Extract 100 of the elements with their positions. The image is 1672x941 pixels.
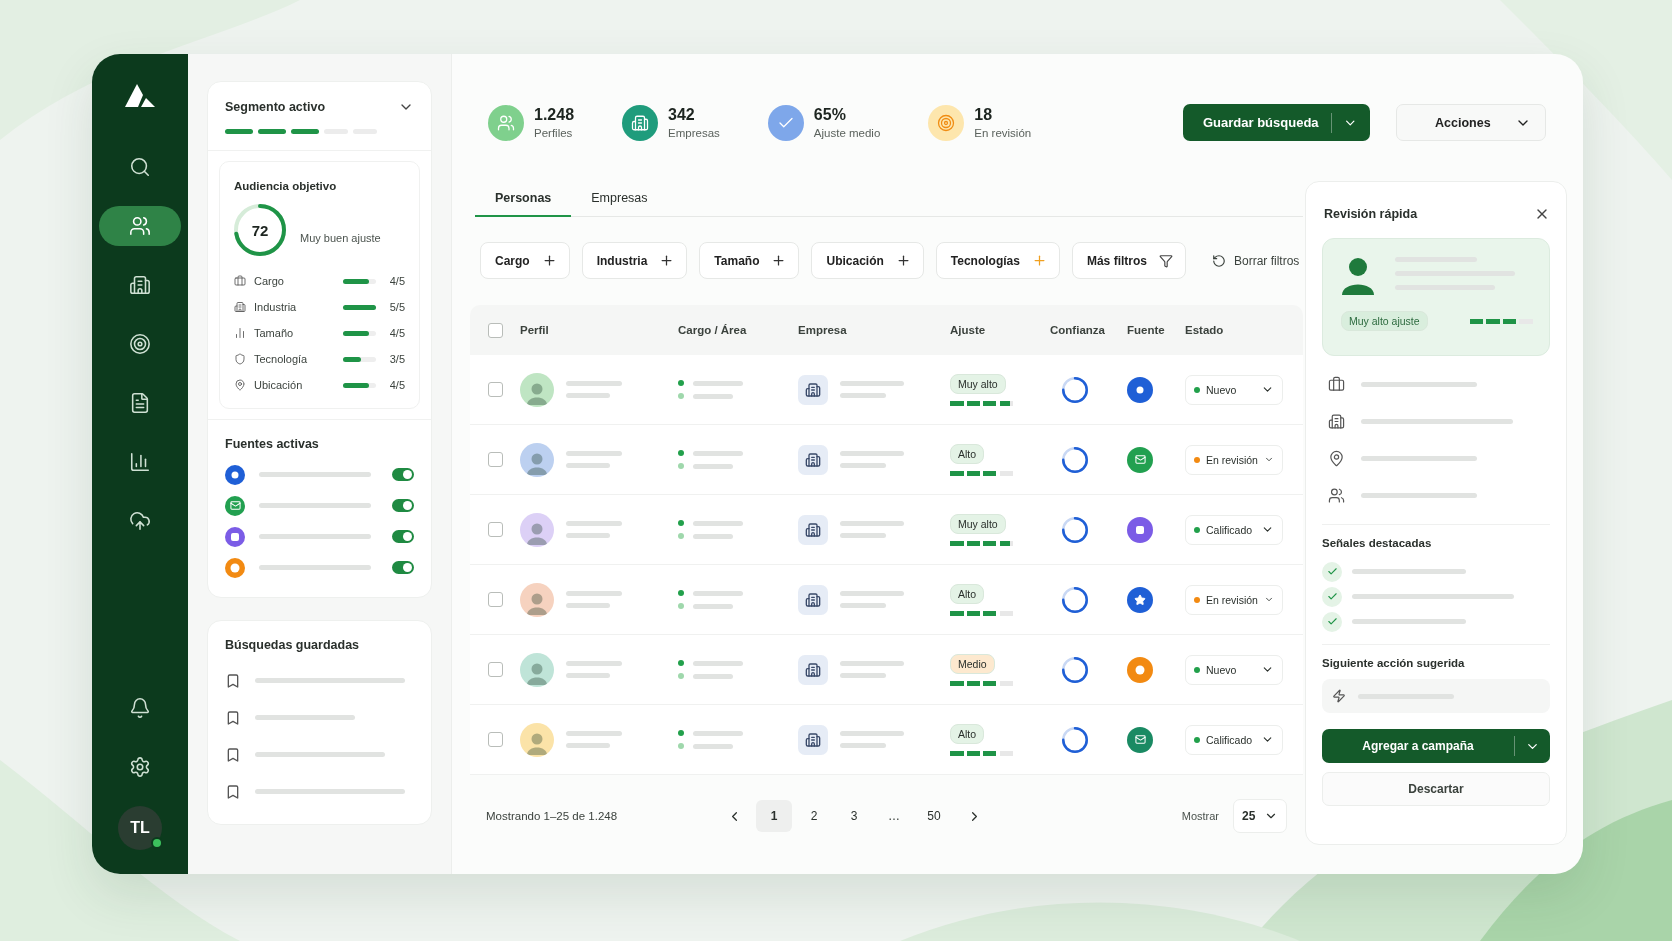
page-button[interactable]: 2	[796, 800, 832, 832]
status-dropdown[interactable]: Calificado	[1185, 514, 1283, 545]
skeleton-line	[693, 743, 733, 749]
building-icon	[129, 274, 151, 296]
page-button[interactable]: 3	[836, 800, 872, 832]
stat-value: 18	[974, 106, 994, 124]
status-dropdown[interactable]: En revisión	[1185, 444, 1283, 475]
bookmark-icon[interactable]	[225, 746, 241, 763]
row-checkbox[interactable]	[487, 452, 503, 467]
filter-icon	[1158, 253, 1173, 268]
fit-meter	[1470, 318, 1533, 324]
filter-button[interactable]: Ubicación	[811, 242, 924, 279]
table-row[interactable]: Muy alto Nuevo	[470, 355, 1303, 425]
bell-icon	[129, 697, 151, 719]
fit-meter	[950, 400, 1013, 406]
status-dot	[678, 533, 684, 539]
skeleton-line	[566, 743, 610, 748]
company-logo	[798, 514, 828, 545]
select-all-checkbox[interactable]	[487, 322, 503, 338]
status-dropdown[interactable]: En revisión	[1185, 584, 1283, 615]
source-toggle[interactable]	[392, 530, 414, 543]
criterion-bar	[343, 304, 376, 310]
company-logo	[798, 444, 828, 475]
company-logo	[798, 724, 828, 755]
status-dropdown[interactable]: Nuevo	[1185, 374, 1283, 405]
skeleton-line	[693, 603, 733, 609]
page-size-label: Mostrar	[1181, 810, 1219, 822]
page-button[interactable]: 1	[756, 800, 792, 832]
lightning-icon	[1332, 689, 1346, 703]
stat-value: 342	[668, 106, 696, 124]
page-size-select[interactable]: 25	[1233, 799, 1287, 833]
document-icon	[129, 392, 151, 414]
table-row[interactable]: Alto Calificado	[470, 705, 1303, 775]
row-checkbox[interactable]	[487, 382, 503, 397]
results-summary: Mostrando 1–25 de 1.248	[486, 810, 619, 822]
skeleton-line	[566, 533, 610, 538]
table-row[interactable]: Alto En revisión	[470, 565, 1303, 635]
source-toggle[interactable]	[392, 561, 414, 574]
confidence-ring	[1062, 656, 1088, 683]
bookmark-icon[interactable]	[225, 672, 241, 689]
source-toggle[interactable]	[392, 468, 414, 481]
confidence-ring	[1062, 376, 1088, 403]
criterion-bar	[343, 278, 376, 284]
criterion-bar	[343, 382, 376, 388]
column-header: Empresa	[798, 324, 848, 336]
stat-label: Empresas	[668, 127, 720, 139]
skeleton-line	[566, 603, 610, 608]
filter-button[interactable]: Tecnologías	[935, 242, 1060, 279]
row-checkbox[interactable]	[487, 732, 503, 747]
criterion-bar	[343, 330, 376, 336]
skeleton-line	[840, 743, 886, 748]
filter-button[interactable]: Tamaño	[699, 242, 800, 279]
user-avatar[interactable]: TL	[118, 806, 162, 850]
status-dropdown[interactable]: Calificado	[1185, 724, 1283, 755]
filter-button[interactable]: Más filtros	[1071, 242, 1186, 279]
skeleton-line	[566, 451, 622, 456]
criterion-score: 4/5	[388, 327, 405, 339]
skeleton-line	[840, 661, 904, 666]
table-row[interactable]: Alto En revisión	[470, 425, 1303, 495]
filter-button[interactable]: Cargo	[480, 242, 570, 279]
criterion-score: 4/5	[388, 379, 405, 391]
row-checkbox[interactable]	[487, 522, 503, 537]
actions-button[interactable]: Acciones	[1396, 104, 1546, 141]
column-header: Estado	[1185, 324, 1225, 336]
add-to-campaign-button[interactable]: Agregar a campaña	[1322, 729, 1550, 763]
fit-meter	[950, 540, 1013, 546]
fit-meter	[950, 470, 1013, 476]
skeleton-line	[693, 463, 733, 469]
criterion-bar	[343, 356, 376, 362]
tab[interactable]: Empresas	[571, 181, 668, 217]
status-dot	[678, 520, 684, 526]
skeleton-line	[840, 521, 904, 526]
table-row[interactable]: Medio Nuevo	[470, 635, 1303, 705]
table-row[interactable]: Muy alto Calificado	[470, 495, 1303, 565]
skeleton-line	[693, 520, 743, 526]
filter-button[interactable]: Industria	[581, 242, 688, 279]
row-checkbox[interactable]	[487, 662, 503, 677]
status-dropdown[interactable]: Nuevo	[1185, 654, 1283, 685]
skeleton-line	[693, 533, 733, 539]
status-dot	[678, 450, 684, 456]
page-button[interactable]: …	[876, 800, 912, 832]
criterion-score: 4/5	[388, 275, 405, 287]
company-logo	[798, 654, 828, 685]
save-search-button[interactable]: Guardar búsqueda	[1183, 104, 1370, 141]
bookmark-icon[interactable]	[225, 709, 241, 726]
reset-filters-link[interactable]: Borrar filtros	[1205, 252, 1306, 269]
tab[interactable]: Personas	[475, 181, 572, 217]
source-toggle[interactable]	[392, 499, 414, 512]
criterion-label: Industria	[254, 301, 298, 313]
map-pin-icon	[1328, 450, 1345, 467]
nav-button[interactable]	[99, 206, 181, 246]
discard-button[interactable]: Descartar	[1322, 772, 1550, 806]
reset-icon	[1211, 253, 1226, 268]
stat-value: 65%	[813, 106, 847, 124]
bookmark-icon[interactable]	[225, 783, 241, 800]
row-checkbox[interactable]	[487, 592, 503, 607]
page-button[interactable]: 50	[916, 800, 952, 832]
people-icon	[497, 113, 515, 132]
fit-badge: Alto	[950, 723, 985, 744]
column-header: Perfil	[520, 324, 550, 336]
